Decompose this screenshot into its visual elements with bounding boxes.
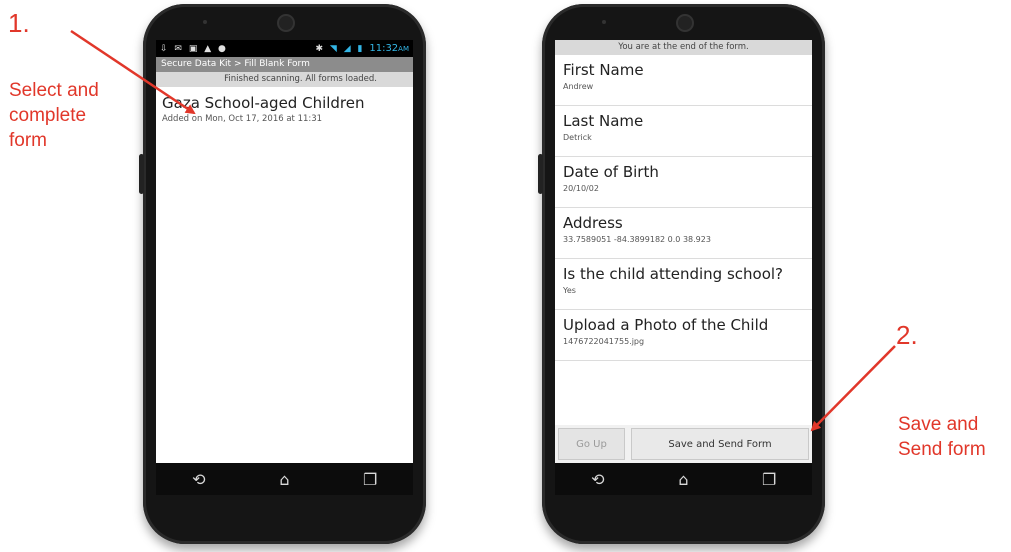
step1-number: 1. (8, 8, 30, 38)
bluetooth-icon: ✱ (315, 44, 324, 54)
image-icon: ▣ (188, 43, 198, 54)
android-nav-bar: ⟲ ⌂ ❐ (156, 463, 413, 495)
form-list-item[interactable]: Gaza School-aged Children Added on Mon, … (156, 87, 413, 124)
usb-icon: ⇩ (160, 43, 168, 54)
field-label: Date of Birth (563, 163, 659, 181)
step2-number: 2. (896, 320, 918, 350)
field-value: Detrick (563, 133, 592, 142)
step2-line2: Send form (898, 439, 986, 460)
warning-icon: ▲ (204, 43, 212, 54)
message-icon: ✉ (174, 43, 182, 54)
android-nav-bar: ⟲ ⌂ ❐ (555, 463, 812, 495)
field-label: Address (563, 214, 623, 232)
field-first-name[interactable]: First Name Andrew (555, 55, 812, 106)
app-title-bar: Secure Data Kit > Fill Blank Form (156, 57, 413, 72)
status-time: 11:32 (369, 43, 399, 54)
step2-instructions: Save and Send form (898, 412, 986, 462)
field-value: Yes (563, 286, 576, 295)
field-label: Is the child attending school? (563, 265, 783, 283)
end-of-form-banner: You are at the end of the form. (555, 40, 812, 55)
field-last-name[interactable]: Last Name Detrick (555, 106, 812, 157)
step1-line3: form (9, 130, 47, 151)
home-icon[interactable]: ⌂ (264, 470, 304, 489)
field-label: Upload a Photo of the Child (563, 316, 769, 334)
form-title: Gaza School-aged Children (162, 94, 365, 112)
back-icon[interactable]: ⟲ (578, 470, 618, 489)
phone-right-screen: You are at the end of the form. First Na… (555, 40, 812, 495)
step1-instructions: Select and complete form (9, 78, 99, 153)
step1-line2: complete (9, 105, 87, 126)
field-address[interactable]: Address 33.7589051 -84.3899182 0.0 38.92… (555, 208, 812, 259)
battery-icon: ▮ (357, 44, 363, 54)
recent-apps-icon[interactable]: ❐ (350, 470, 390, 489)
phone-right: You are at the end of the form. First Na… (538, 4, 825, 544)
recent-apps-icon[interactable]: ❐ (749, 470, 789, 489)
sensor-dot (203, 20, 207, 24)
field-date-of-birth[interactable]: Date of Birth 20/10/02 (555, 157, 812, 208)
form-action-bar: Go Up Save and Send Form (555, 425, 812, 463)
field-value: 1476722041755.jpg (563, 337, 645, 346)
save-and-send-button[interactable]: Save and Send Form (631, 428, 809, 460)
sensor-dot (602, 20, 606, 24)
front-camera (676, 14, 694, 32)
field-value: 33.7589051 -84.3899182 0.0 38.923 (563, 235, 711, 244)
field-value: 20/10/02 (563, 184, 599, 193)
back-icon[interactable]: ⟲ (179, 470, 219, 489)
scan-status-banner: Finished scanning. All forms loaded. (156, 72, 413, 87)
phone-left-screen: ⇩ ✉ ▣ ▲ ● ✱ ◥ ◢ ▮ 11:32AM Secure Data Ki… (156, 40, 413, 495)
step1-line1: Select and (9, 80, 99, 101)
field-child-photo[interactable]: Upload a Photo of the Child 147672204175… (555, 310, 812, 361)
status-bar: ⇩ ✉ ▣ ▲ ● ✱ ◥ ◢ ▮ 11:32AM (156, 40, 413, 57)
signal-icon: ◢ (343, 44, 351, 54)
field-value: Andrew (563, 82, 594, 91)
notification-icon: ● (218, 43, 226, 54)
field-label: Last Name (563, 112, 644, 130)
phone-left: ⇩ ✉ ▣ ▲ ● ✱ ◥ ◢ ▮ 11:32AM Secure Data Ki… (139, 4, 426, 544)
step2-line1: Save and (898, 414, 979, 435)
front-camera (277, 14, 295, 32)
field-label: First Name (563, 61, 644, 79)
status-ampm: AM (398, 45, 409, 53)
wifi-icon: ◥ (329, 44, 337, 54)
go-up-button[interactable]: Go Up (558, 428, 625, 460)
form-added-date: Added on Mon, Oct 17, 2016 at 11:31 (162, 114, 323, 124)
home-icon[interactable]: ⌂ (663, 470, 703, 489)
field-attending-school[interactable]: Is the child attending school? Yes (555, 259, 812, 310)
